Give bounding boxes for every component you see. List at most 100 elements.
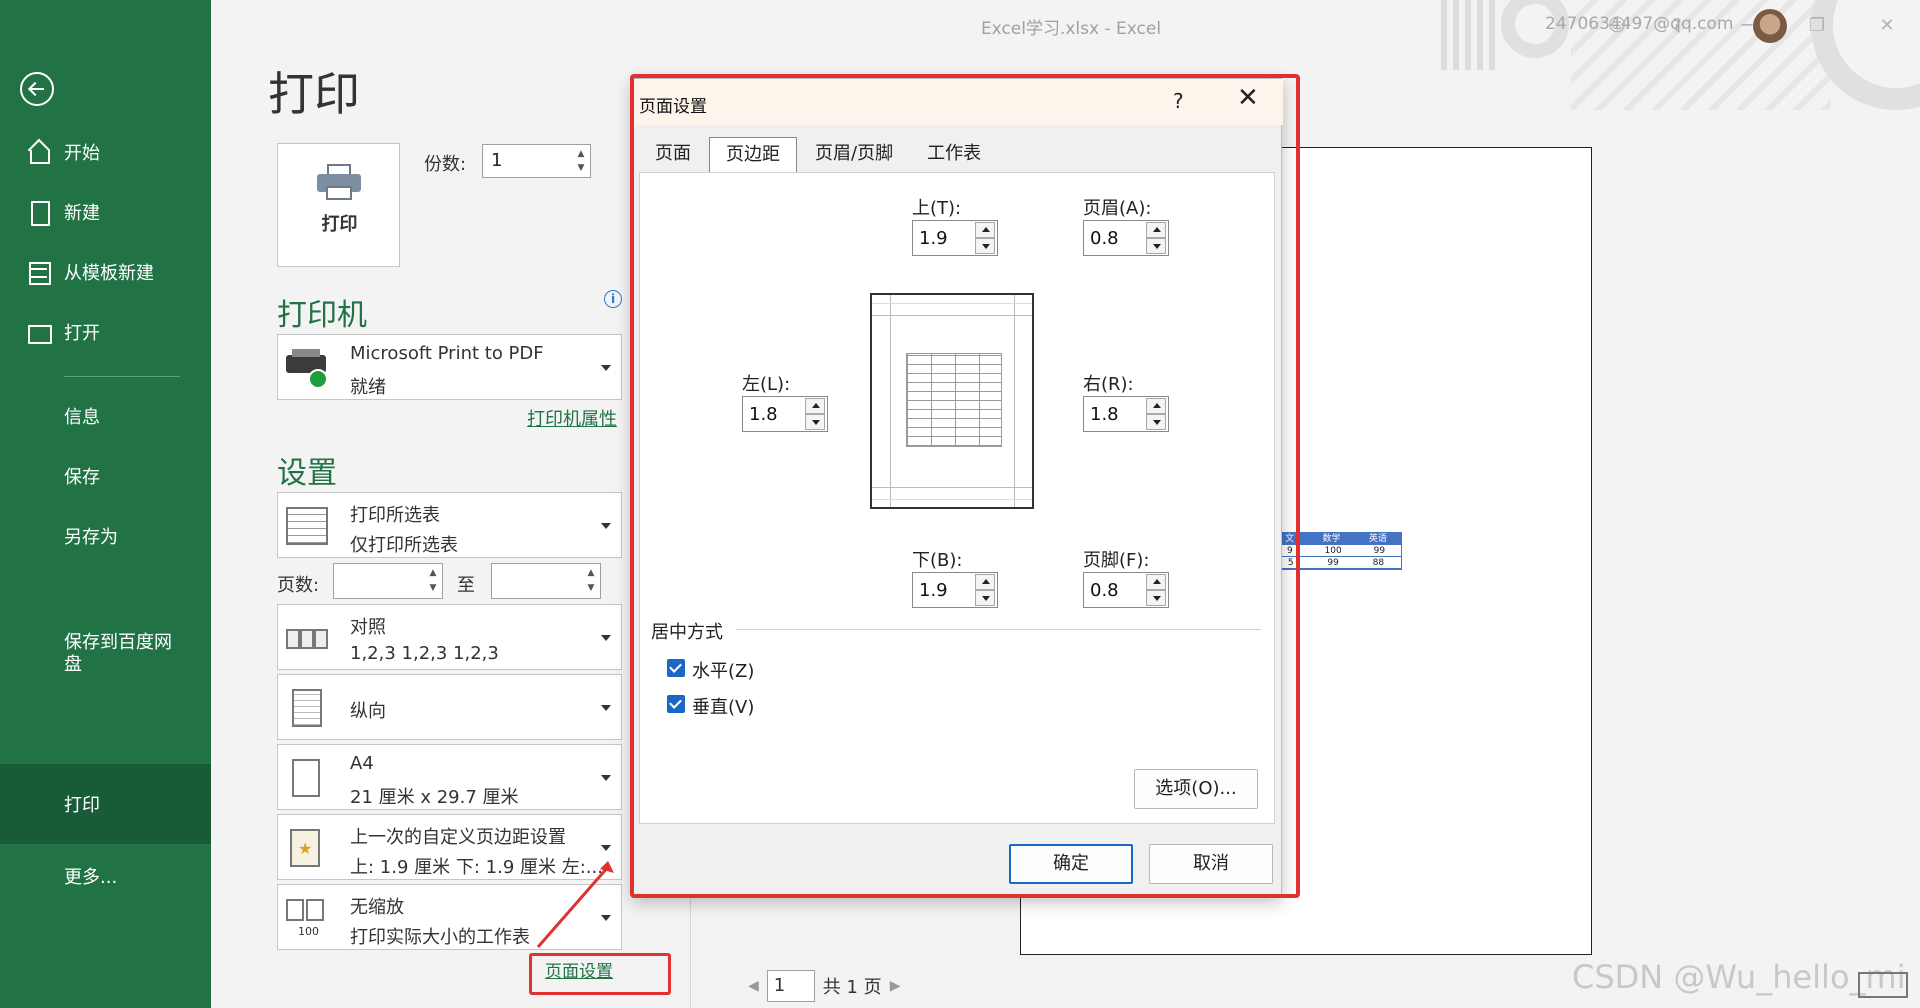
copies-stepper[interactable]: 1 ▲ ▼ — [482, 144, 591, 178]
print-what-dropdown[interactable]: 打印所选表 仅打印所选表 — [277, 492, 622, 558]
left-margin-stepper[interactable]: 1.8 — [742, 396, 828, 432]
pages-to-input[interactable]: ▲ ▼ — [491, 563, 601, 599]
nav-save-to-baidu[interactable]: 保存到百度网盘 — [0, 632, 211, 692]
current-page-input[interactable]: 1 — [766, 970, 815, 1002]
info-icon[interactable]: i — [604, 290, 622, 308]
watermark: CSDN @Wu_hello_mi — [1572, 958, 1906, 996]
tab-margins[interactable]: 页边距 — [709, 137, 797, 173]
spin-down-icon[interactable] — [975, 238, 995, 254]
spin-down-icon[interactable] — [1146, 414, 1166, 430]
spin-down-icon[interactable]: ▼ — [427, 583, 439, 593]
page-title: 打印 — [268, 67, 360, 121]
orientation-dropdown[interactable]: 纵向 — [277, 674, 622, 740]
spin-up-icon[interactable]: ▲ — [575, 149, 587, 159]
nav-new-from-template[interactable]: 从模板新建 — [0, 250, 211, 294]
nav-new-label: 新建 — [64, 203, 100, 224]
spin-up-icon[interactable] — [805, 398, 825, 414]
spin-down-icon[interactable] — [1146, 590, 1166, 606]
horizontal-checkbox-label[interactable]: 水平(Z) — [692, 657, 754, 683]
print-what-desc: 仅打印所选表 — [350, 535, 458, 556]
back-arrow-icon[interactable] — [20, 72, 54, 106]
tab-sheet[interactable]: 工作表 — [911, 137, 997, 173]
nav-save-as[interactable]: 另存为 — [0, 514, 211, 558]
print-button[interactable]: 打印 — [277, 143, 400, 267]
printer-properties-link[interactable]: 打印机属性 — [527, 405, 617, 431]
nav-save[interactable]: 保存 — [0, 454, 211, 498]
close-icon[interactable]: ✕ — [1237, 83, 1259, 113]
spin-up-icon[interactable]: ▲ — [585, 568, 597, 578]
collate-dropdown[interactable]: 对照 1,2,3 1,2,3 1,2,3 — [277, 604, 622, 670]
nav-new[interactable]: 新建 — [0, 190, 211, 234]
chevron-down-icon — [601, 705, 611, 711]
horizontal-checkbox[interactable] — [667, 659, 685, 677]
printer-dropdown[interactable]: Microsoft Print to PDF 就绪 — [277, 334, 622, 400]
help-icon[interactable]: ? — [1663, 12, 1691, 40]
spin-up-icon[interactable] — [975, 574, 995, 590]
nav-home[interactable]: 开始 — [0, 130, 211, 174]
paper-size-dropdown[interactable]: A4 21 厘米 x 29.7 厘米 — [277, 744, 622, 810]
ok-button[interactable]: 确定 — [1009, 844, 1133, 884]
minimize-icon[interactable]: ─ — [1733, 12, 1761, 40]
annotation-highlight-box — [529, 953, 671, 995]
no-scaling-icon: 100 — [286, 899, 328, 938]
nav-template-label: 从模板新建 — [64, 263, 154, 284]
tab-header-footer[interactable]: 页眉/页脚 — [799, 137, 909, 173]
restore-icon[interactable]: ❐ — [1803, 12, 1831, 40]
spin-up-icon[interactable] — [1146, 574, 1166, 590]
paper-size-desc: 21 厘米 x 29.7 厘米 — [350, 787, 519, 808]
total-pages: 共 1 页 — [822, 977, 882, 998]
user-account-email[interactable]: 2470634497@qq.com — [1545, 14, 1733, 34]
paper-icon — [292, 759, 320, 797]
spin-up-icon[interactable] — [1146, 222, 1166, 238]
options-button[interactable]: 选项(O)... — [1134, 769, 1258, 809]
zoom-to-page-icon[interactable] — [1858, 972, 1908, 998]
scaling-desc: 打印实际大小的工作表 — [350, 927, 530, 948]
top-margin-value: 1.9 — [919, 228, 948, 249]
top-margin-stepper[interactable]: 1.9 — [912, 220, 998, 256]
bottom-margin-stepper[interactable]: 1.9 — [912, 572, 998, 608]
spin-down-icon[interactable] — [1146, 238, 1166, 254]
nav-more[interactable]: 更多... — [0, 854, 211, 898]
left-margin-value: 1.8 — [749, 404, 778, 425]
preview-header-cell: 文 — [1285, 534, 1295, 544]
cancel-button[interactable]: 取消 — [1149, 844, 1273, 884]
close-window-icon[interactable]: ✕ — [1873, 12, 1901, 40]
printer-section-title: 打印机 — [277, 298, 367, 333]
preview-header-cell: 数学 — [1322, 534, 1341, 544]
vertical-checkbox[interactable] — [667, 695, 685, 713]
spin-down-icon[interactable] — [805, 414, 825, 430]
nav-print[interactable]: 打印 — [0, 764, 211, 844]
right-margin-stepper[interactable]: 1.8 — [1083, 396, 1169, 432]
spin-up-icon[interactable]: ▲ — [427, 568, 439, 578]
spin-up-icon[interactable] — [975, 222, 995, 238]
nav-divider — [64, 376, 180, 377]
footer-margin-stepper[interactable]: 0.8 — [1083, 572, 1169, 608]
copies-label: 份数: — [424, 154, 467, 175]
previous-page-icon[interactable]: ◀ — [748, 978, 759, 994]
preview-cell: 5 — [1287, 558, 1294, 568]
right-margin-value: 1.8 — [1090, 404, 1119, 425]
tab-page[interactable]: 页面 — [639, 137, 707, 173]
center-on-page-label: 居中方式 — [651, 622, 723, 643]
footer-margin-value: 0.8 — [1090, 580, 1119, 601]
nav-open[interactable]: 打开 — [0, 310, 211, 354]
preview-table-row: 9 100 99 — [1271, 545, 1401, 557]
printer-name: Microsoft Print to PDF — [350, 343, 544, 364]
sheet-icon — [286, 507, 328, 545]
spin-down-icon[interactable] — [975, 590, 995, 606]
margins-preview-grid — [906, 353, 1002, 447]
top-margin-label: 上(T): — [912, 198, 962, 219]
spin-down-icon[interactable]: ▼ — [585, 583, 597, 593]
help-icon[interactable]: ? — [1173, 89, 1184, 113]
feedback-icon[interactable]: ☺ — [1603, 12, 1631, 40]
backstage-sidebar: 开始 新建 从模板新建 打开 信息 保存 另存为 保存到百度网盘 打印 更多..… — [0, 0, 211, 1008]
spin-up-icon[interactable] — [1146, 398, 1166, 414]
vertical-checkbox-label[interactable]: 垂直(V) — [692, 693, 754, 719]
pages-label: 页数: — [277, 575, 320, 596]
next-page-icon[interactable]: ▶ — [890, 978, 901, 994]
chevron-down-icon — [601, 775, 611, 781]
header-margin-stepper[interactable]: 0.8 — [1083, 220, 1169, 256]
pages-from-input[interactable]: ▲ ▼ — [333, 563, 443, 599]
spin-down-icon[interactable]: ▼ — [575, 163, 587, 173]
nav-info[interactable]: 信息 — [0, 394, 211, 438]
